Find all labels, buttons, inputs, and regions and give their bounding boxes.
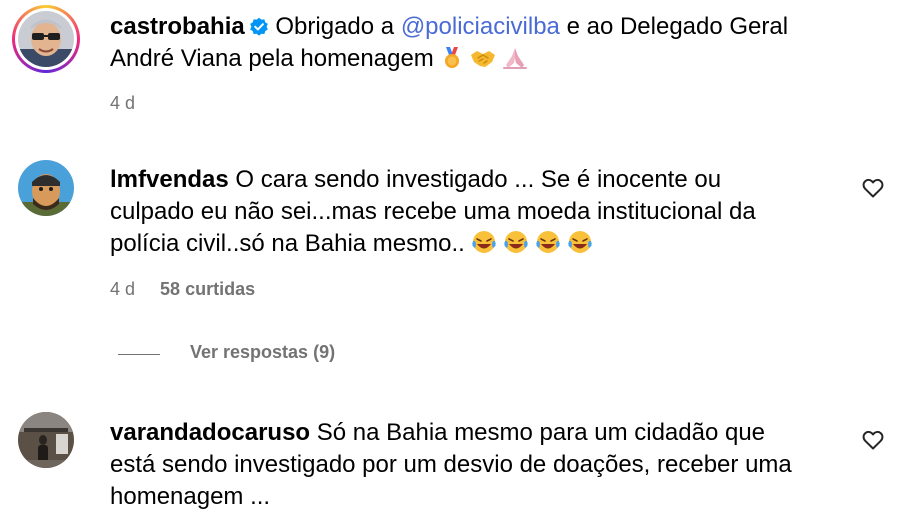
like-heart-icon[interactable] [861, 176, 885, 200]
folded-hands-icon [502, 46, 528, 79]
avatar[interactable] [18, 160, 74, 216]
laughing-tears-icon [567, 229, 593, 264]
mention-link[interactable]: @policiacivilba [401, 13, 560, 40]
caption-text-before: Obrigado a [275, 13, 395, 40]
post-time: 4 d [110, 93, 136, 113]
laughing-tears-icon [535, 229, 561, 264]
comment-username[interactable]: lmfvendas [110, 166, 229, 193]
story-ring[interactable] [12, 5, 80, 73]
verified-badge-icon [249, 17, 268, 36]
avatar[interactable] [18, 412, 74, 468]
like-heart-icon[interactable] [861, 428, 885, 452]
comment-text: lmfvendas O cara sendo investigado ... S… [110, 164, 810, 264]
laughing-tears-icon [503, 229, 529, 264]
comment-likes[interactable]: 58 curtidas [160, 279, 255, 299]
medal-icon [440, 46, 464, 79]
laughing-tears-icon [471, 229, 497, 264]
comment-meta: 4 d 58 curtidas [110, 279, 275, 300]
comment-username[interactable]: varandadocaruso [110, 419, 310, 446]
avatar[interactable] [18, 11, 74, 67]
replies-divider [118, 354, 160, 355]
comment-time: 4 d [110, 279, 136, 299]
handshake-icon [470, 46, 496, 79]
replies-label[interactable]: Ver respostas (9) [190, 342, 335, 363]
comment-text: varandadocaruso Só na Bahia mesmo para u… [110, 417, 810, 513]
post-meta: 4 d [110, 93, 155, 114]
post-username[interactable]: castrobahia [110, 13, 245, 40]
caption-text: castrobahia Obrigado a @policiacivilba e… [110, 11, 850, 79]
